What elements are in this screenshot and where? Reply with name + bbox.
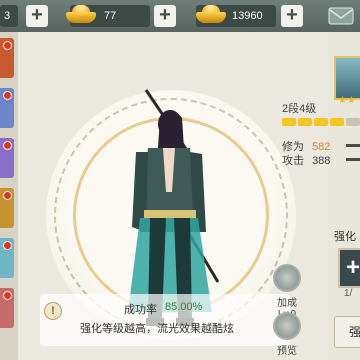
- notify-dot: [3, 191, 12, 200]
- arrow-icon: [346, 158, 360, 161]
- yuanbao-count: 13960: [232, 10, 263, 22]
- add-first-currency-button[interactable]: +: [26, 5, 48, 27]
- add-yuanbao-button[interactable]: +: [281, 5, 303, 27]
- enhance-description: 强化等级越高，流光效果越酷炫: [80, 323, 234, 335]
- gold-pill: 77: [66, 5, 150, 27]
- first-currency-count: 3: [4, 10, 11, 22]
- arrow-icon: [346, 144, 360, 147]
- equipment-slot-5[interactable]: [0, 238, 14, 278]
- attack-value: 388: [312, 155, 331, 167]
- stage-level: 2段4级: [282, 103, 317, 115]
- currency-pill-first: 3: [0, 5, 18, 27]
- success-rate-label: 成功率: [124, 304, 157, 316]
- star-rating: ★★: [338, 95, 356, 106]
- info-icon[interactable]: !: [44, 302, 62, 320]
- equipment-slot-4[interactable]: [0, 188, 14, 228]
- success-rate-box: ! 成功率 85.00% 强化等级越高，流光效果越酷炫: [40, 294, 290, 346]
- enhance-section-label: 强化: [334, 231, 356, 243]
- notify-dot: [3, 141, 12, 150]
- equipment-slot-3[interactable]: [0, 138, 14, 178]
- material-count: 1/: [344, 288, 353, 299]
- enhance-button[interactable]: 强: [334, 316, 360, 348]
- notify-dot: [3, 291, 12, 300]
- stats-panel: ★★ 2段4级 修为 582 攻击 388 强化 1/ 强: [276, 50, 360, 360]
- currency-bar: 3 + 77 + 13960 +: [0, 0, 360, 32]
- mail-icon[interactable]: [328, 6, 354, 26]
- equipment-slot-2[interactable]: [0, 88, 14, 128]
- equipment-slot-1[interactable]: [0, 38, 14, 78]
- attack-label: 攻击: [282, 155, 304, 167]
- progress-segment: [346, 118, 360, 126]
- notify-dot: [3, 241, 12, 250]
- add-gold-button[interactable]: +: [154, 5, 176, 27]
- gold-ingot-icon: [66, 3, 96, 25]
- material-slot[interactable]: [338, 248, 360, 288]
- gold-count: 77: [104, 10, 117, 22]
- equipment-slot-column: [0, 32, 18, 360]
- progress-segment: [282, 118, 296, 126]
- attack-stat: 攻击 388: [282, 152, 330, 168]
- success-rate-value: 85.00%: [165, 301, 203, 313]
- yuanbao-ingot-icon: [196, 3, 226, 25]
- character-portrait[interactable]: [334, 56, 360, 100]
- progress-segment: [298, 118, 312, 126]
- progress-segment: [330, 118, 344, 126]
- yuanbao-pill: 13960: [196, 5, 276, 27]
- notify-dot: [3, 91, 12, 100]
- equipment-slot-6[interactable]: [0, 288, 14, 328]
- notify-dot: [3, 41, 12, 50]
- stage-progress-bar: [282, 118, 360, 126]
- progress-segment: [314, 118, 328, 126]
